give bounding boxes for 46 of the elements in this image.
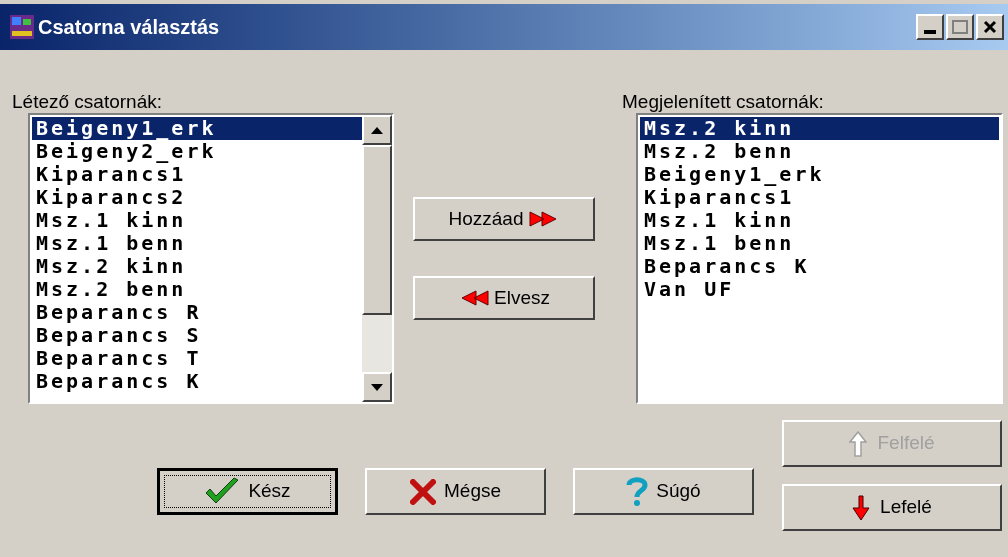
question-mark-icon	[626, 476, 649, 507]
close-icon	[983, 20, 997, 34]
list-item[interactable]: Msz.1 benn	[640, 232, 999, 255]
list-item[interactable]: Beparancs S	[32, 324, 362, 347]
list-item[interactable]: Kiparancs2	[32, 186, 362, 209]
down-arrow-icon	[371, 383, 383, 391]
list-item[interactable]: Beigeny1_erk	[32, 117, 362, 140]
maximize-icon	[952, 20, 968, 34]
cancel-button[interactable]: Mégse	[365, 468, 546, 515]
list-item[interactable]: Beparancs K	[32, 370, 362, 393]
list-item[interactable]: Msz.1 benn	[32, 232, 362, 255]
add-button[interactable]: Hozzáad	[413, 197, 595, 241]
list-item[interactable]: Msz.1 kinn	[640, 209, 999, 232]
list-item[interactable]: Beigeny1_erk	[640, 163, 999, 186]
scroll-down-button[interactable]	[362, 372, 392, 402]
list-item[interactable]: Van UF	[640, 278, 999, 301]
list-item[interactable]: Kiparancs1	[640, 186, 999, 209]
cross-icon	[410, 478, 436, 505]
list-item[interactable]: Beparancs T	[32, 347, 362, 370]
list-item[interactable]: Msz.2 benn	[640, 140, 999, 163]
list-item[interactable]: Msz.1 kinn	[32, 209, 362, 232]
close-button[interactable]	[976, 14, 1004, 40]
list-item[interactable]: Beparancs R	[32, 301, 362, 324]
window-title: Csatorna választás	[38, 15, 220, 40]
done-button[interactable]: Kész	[157, 468, 338, 515]
scrollbar[interactable]	[362, 115, 392, 402]
down-arrow-icon	[852, 494, 871, 521]
list-item[interactable]: Msz.2 benn	[32, 278, 362, 301]
maximize-button[interactable]	[946, 14, 974, 40]
move-down-button[interactable]: Lefelé	[782, 484, 1002, 531]
list-label: Létező csatornák:	[12, 90, 162, 114]
list-item[interactable]: Msz.2 kinn	[640, 117, 999, 140]
up-arrow-icon	[849, 430, 868, 457]
minimize-icon	[924, 30, 936, 34]
up-arrow-icon	[371, 126, 383, 134]
remove-button[interactable]: Elvesz	[413, 276, 595, 320]
scroll-up-button[interactable]	[362, 115, 392, 145]
list-item[interactable]: Kiparancs1	[32, 163, 362, 186]
help-button[interactable]: Súgó	[573, 468, 754, 515]
list-label: Megjelenített csatornák:	[622, 90, 824, 114]
app-icon	[10, 15, 34, 39]
list-item[interactable]: Beparancs K	[640, 255, 999, 278]
scroll-thumb[interactable]	[362, 145, 392, 315]
list-item[interactable]: Msz.2 kinn	[32, 255, 362, 278]
minimize-button[interactable]	[916, 14, 944, 40]
list-item[interactable]: Beigeny2_erk	[32, 140, 362, 163]
